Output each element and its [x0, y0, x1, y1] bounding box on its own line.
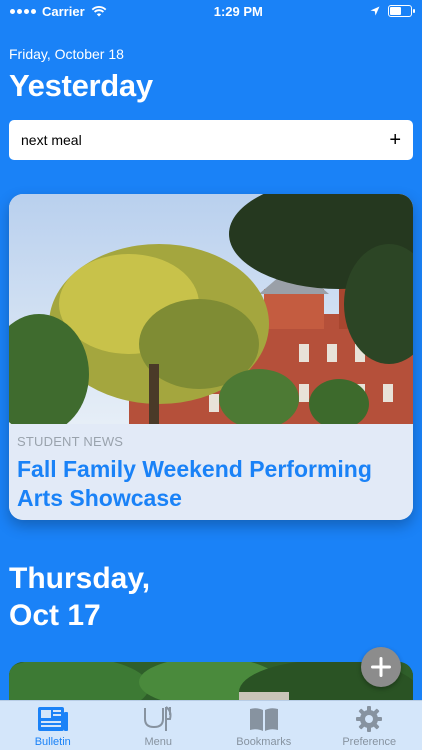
carrier-label: Carrier	[42, 3, 85, 19]
section-date-line2: Oct 17	[9, 599, 101, 632]
battery-icon	[388, 5, 415, 17]
tab-label: Menu	[144, 736, 173, 748]
search-input[interactable]	[21, 132, 361, 148]
tab-label: Bulletin	[34, 736, 71, 748]
plus-icon[interactable]: +	[389, 130, 401, 150]
tab-label: Preference	[342, 736, 397, 748]
tab-preference[interactable]: Preference	[317, 701, 422, 750]
tab-menu[interactable]: Menu	[106, 701, 212, 750]
section-date-line1: Thursday,	[9, 562, 151, 595]
status-bar: Carrier 1:29 PM	[0, 0, 422, 22]
card-category: STUDENT NEWS	[17, 434, 124, 449]
featured-news-card[interactable]: STUDENT NEWS Fall Family Weekend Perform…	[9, 194, 413, 520]
gear-icon	[352, 705, 386, 733]
card-image	[9, 194, 413, 424]
plus-icon	[371, 657, 391, 677]
tab-bar: Bulletin Menu Bookmarks Preference	[0, 700, 422, 750]
card-footer: STUDENT NEWS Fall Family Weekend Perform…	[9, 424, 413, 520]
card-title[interactable]: Fall Family Weekend Performing Arts Show…	[17, 455, 405, 513]
page-title: Yesterday	[9, 68, 153, 103]
wifi-icon	[91, 6, 106, 17]
status-left: Carrier	[10, 4, 107, 19]
date-caption: Friday, October 18	[9, 46, 124, 62]
add-button[interactable]	[361, 647, 401, 687]
section-date-title: Thursday, Oct 17	[9, 560, 150, 634]
tab-label: Bookmarks	[236, 736, 292, 748]
tab-bulletin[interactable]: Bulletin	[0, 701, 106, 750]
book-icon	[247, 705, 281, 733]
location-arrow-icon	[370, 6, 380, 16]
tab-bookmarks[interactable]: Bookmarks	[211, 701, 317, 750]
status-right	[370, 5, 415, 17]
clock: 1:29 PM	[213, 3, 263, 19]
signal-icon	[10, 8, 36, 14]
newspaper-icon	[36, 705, 70, 733]
fork-knife-icon	[141, 705, 175, 733]
search-bar: +	[9, 120, 413, 160]
